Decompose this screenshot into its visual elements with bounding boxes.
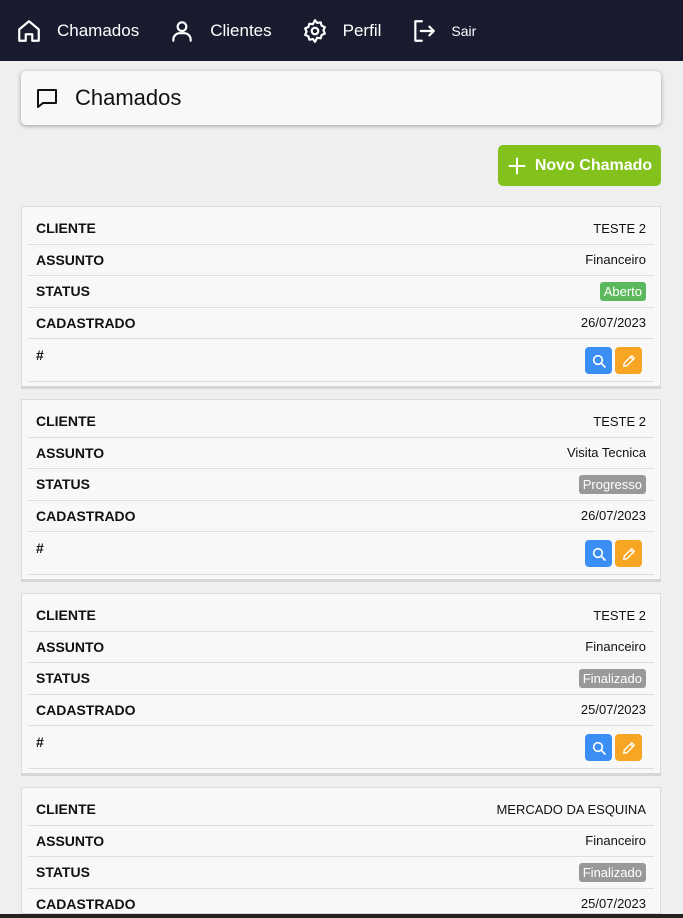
ticket-card: CLIENTE TESTE 2 ASSUNTO Financeiro STATU…	[21, 206, 661, 388]
row-cadastrado: CADASTRADO 26/07/2023	[28, 501, 654, 532]
ticket-card: CLIENTE TESTE 2 ASSUNTO Visita Tecnica S…	[21, 399, 661, 581]
label-assunto: ASSUNTO	[36, 832, 105, 849]
nav-label: Sair	[451, 22, 477, 39]
search-icon	[592, 547, 606, 561]
value-cadastrado: 25/07/2023	[580, 702, 646, 718]
ticket-card: CLIENTE TESTE 2 ASSUNTO Financeiro STATU…	[21, 593, 661, 775]
gear-icon	[303, 18, 326, 43]
value-cadastrado: 25/07/2023	[580, 896, 646, 912]
label-status: STATUS	[36, 670, 90, 687]
search-icon	[592, 354, 606, 368]
card-divider	[21, 579, 661, 582]
home-icon	[18, 19, 40, 42]
label-cadastrado: CADASTRADO	[36, 701, 136, 718]
ticket-card: CLIENTE MERCADO DA ESQUINA ASSUNTO Finan…	[21, 787, 661, 914]
label-cadastrado: CADASTRADO	[36, 314, 136, 331]
row-cadastrado: CADASTRADO 25/07/2023	[28, 695, 654, 726]
nav-perfil[interactable]: Perfil	[302, 18, 382, 44]
label-cadastrado: CADASTRADO	[36, 507, 136, 524]
status-badge: Aberto	[599, 281, 646, 301]
label-cliente: CLIENTE	[36, 607, 96, 624]
nav-label: Clientes	[210, 20, 272, 40]
logout-icon	[414, 19, 436, 42]
value-cadastrado: 26/07/2023	[580, 315, 646, 331]
label-actions: #	[36, 347, 44, 363]
row-actions: #	[28, 339, 654, 382]
value-assunto: Financeiro	[585, 639, 646, 655]
new-ticket-label: Novo Chamado	[534, 156, 653, 174]
plus-icon	[508, 156, 526, 175]
edit-button[interactable]	[615, 734, 642, 761]
row-assunto: ASSUNTO Financeiro	[28, 245, 654, 276]
label-assunto: ASSUNTO	[36, 638, 105, 655]
pencil-icon	[622, 741, 635, 754]
nav-clientes[interactable]: Clientes	[169, 18, 272, 44]
value-assunto: Financeiro	[585, 833, 646, 849]
view-button[interactable]	[585, 734, 612, 761]
top-navbar: Chamados Clientes Perfil Sair	[0, 0, 683, 61]
row-status: STATUS Progresso	[28, 469, 654, 501]
value-cliente: MERCADO DA ESQUINA	[496, 801, 646, 817]
nav-label: Perfil	[342, 20, 382, 40]
status-badge: Progresso	[578, 474, 646, 494]
row-cliente: CLIENTE TESTE 2	[28, 600, 654, 632]
row-cliente: CLIENTE MERCADO DA ESQUINA	[28, 794, 654, 826]
label-cliente: CLIENTE	[36, 801, 96, 818]
row-actions: #	[28, 532, 654, 575]
row-cadastrado: CADASTRADO 25/07/2023	[28, 889, 654, 914]
nav-chamados[interactable]: Chamados	[16, 18, 139, 44]
row-status: STATUS Aberto	[28, 276, 654, 308]
row-assunto: ASSUNTO Visita Tecnica	[28, 438, 654, 469]
row-actions: #	[28, 726, 654, 769]
window-bottom-edge	[0, 914, 683, 918]
label-actions: #	[36, 734, 44, 750]
view-button[interactable]	[585, 347, 612, 374]
edit-button[interactable]	[615, 540, 642, 567]
label-status: STATUS	[36, 864, 90, 881]
row-cliente: CLIENTE TESTE 2	[28, 406, 654, 438]
card-divider	[21, 773, 661, 776]
row-status: STATUS Finalizado	[28, 663, 654, 695]
new-ticket-button[interactable]: Novo Chamado	[498, 145, 661, 186]
nav-sair[interactable]: Sair	[411, 18, 476, 44]
page-title-card: Chamados	[21, 71, 661, 125]
row-status: STATUS Finalizado	[28, 857, 654, 889]
status-badge: Finalizado	[578, 862, 646, 882]
pencil-icon	[622, 547, 635, 560]
label-cliente: CLIENTE	[36, 413, 96, 430]
status-badge: Finalizado	[578, 668, 646, 688]
label-cliente: CLIENTE	[36, 220, 96, 237]
label-assunto: ASSUNTO	[36, 251, 105, 268]
label-status: STATUS	[36, 283, 90, 300]
row-cadastrado: CADASTRADO 26/07/2023	[28, 308, 654, 339]
value-cliente: TESTE 2	[593, 220, 646, 236]
edit-button[interactable]	[615, 347, 642, 374]
value-assunto: Financeiro	[585, 252, 646, 268]
label-actions: #	[36, 540, 44, 556]
row-assunto: ASSUNTO Financeiro	[28, 826, 654, 857]
label-cadastrado: CADASTRADO	[36, 895, 136, 912]
row-cliente: CLIENTE TESTE 2	[28, 213, 654, 245]
row-assunto: ASSUNTO Financeiro	[28, 632, 654, 663]
pencil-icon	[622, 354, 635, 367]
value-assunto: Visita Tecnica	[566, 445, 646, 461]
value-cadastrado: 26/07/2023	[580, 508, 646, 524]
value-cliente: TESTE 2	[593, 607, 646, 623]
view-button[interactable]	[585, 540, 612, 567]
user-icon	[172, 20, 192, 42]
page-title: Chamados	[75, 85, 182, 110]
label-status: STATUS	[36, 476, 90, 493]
nav-label: Chamados	[57, 20, 140, 40]
card-divider	[21, 386, 661, 389]
value-cliente: TESTE 2	[593, 413, 646, 429]
search-icon	[592, 741, 606, 755]
message-icon	[37, 89, 57, 108]
label-assunto: ASSUNTO	[36, 444, 105, 461]
